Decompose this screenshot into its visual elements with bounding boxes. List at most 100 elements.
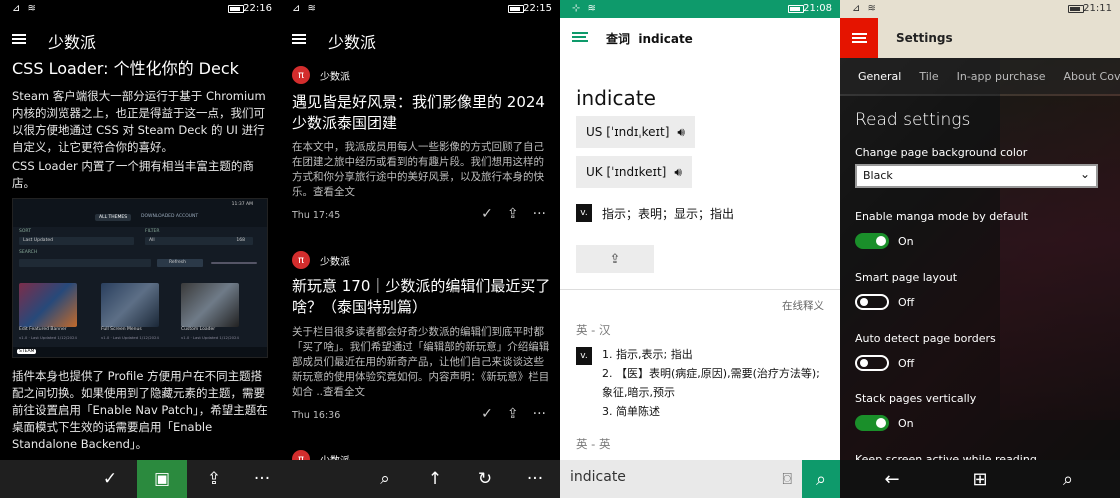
search-box — [19, 259, 151, 267]
search-bar: indicate ⌼ ⌕ — [560, 460, 840, 498]
article-image[interactable]: 11:37 AM ALL THEMES DOWNLOADED ACCOUNT S… — [12, 198, 268, 358]
image-clock: 11:37 AM — [231, 202, 253, 207]
system-nav-bar: ← ⊞ ⌕ — [840, 460, 1120, 498]
stack-pages-toggle[interactable] — [855, 415, 889, 431]
clock: 22:15 — [523, 3, 552, 14]
more-icon[interactable]: ··· — [533, 406, 546, 422]
slider — [211, 262, 257, 264]
theme-card — [19, 283, 77, 327]
feed-item-summary: 在本文中，我派成员用每人一些影像的方式回顾了自己在团建之旅中经历或看到的有趣片段… — [292, 141, 544, 198]
clock: 22:16 — [243, 3, 272, 14]
speaker-icon[interactable]: 🔊︎ — [677, 125, 685, 140]
mark-read-icon[interactable]: ✓ — [481, 206, 493, 222]
search-icon[interactable]: ⌕ — [802, 460, 840, 498]
toggle-label: Stack pages vertically — [855, 392, 977, 405]
theme-card — [181, 283, 239, 327]
panel-article-css-loader: ⊿ ≋ 22:16 少数派 CSS Loader: 个性化你的 Deck Ste… — [0, 0, 280, 498]
settings-tabs: General Tile In-app purchase About Cov — [840, 58, 1120, 94]
search-icon[interactable]: ⌕ — [360, 460, 410, 498]
card-sub: v1.0 · Last Updated 1/12/2024 — [101, 335, 159, 340]
toggle-label: Enable manga mode by default — [855, 210, 1028, 223]
feed-item-title[interactable]: 遇见皆是好风景：我们影像里的 2024 少数派泰国团建 — [292, 92, 552, 134]
source-logo-icon: π — [292, 251, 310, 269]
mark-read-icon[interactable]: ✓ — [481, 406, 493, 422]
image-footer: STEAM — [13, 347, 267, 357]
toggle-label: Smart page layout — [855, 271, 958, 284]
panel-feed: ⊿ ≋ 22:15 少数派 π 少数派 遇见皆是好风景：我们影像里的 2024 少… — [280, 0, 560, 498]
battery-icon — [228, 5, 244, 13]
clock: 21:08 — [803, 3, 832, 14]
manga-mode-toggle[interactable] — [855, 233, 889, 249]
filter-label: FILTER — [145, 229, 160, 234]
app-header: 少数派 — [280, 26, 560, 52]
share-icon[interactable]: ⇪ — [507, 406, 519, 422]
source-logo-icon: π — [292, 66, 310, 84]
search-input[interactable]: indicate — [570, 469, 626, 485]
share-button[interactable]: ⇪ — [576, 245, 654, 273]
feed-item-actions: ✓ ⇪ ··· — [481, 206, 546, 222]
smart-layout-toggle[interactable] — [855, 294, 889, 310]
reader-view-icon[interactable]: ▣ — [137, 460, 187, 498]
divider — [560, 289, 840, 290]
section-heading: Read settings — [855, 110, 971, 130]
clock: 21:11 — [1083, 3, 1112, 14]
speaker-icon[interactable]: 🔊︎ — [674, 165, 682, 180]
more-icon[interactable]: ··· — [533, 206, 546, 222]
status-bar: ⊹ ≋ 21:08 — [560, 0, 840, 18]
feed-item-summary: 关于栏目很多读者都会好奇少数派的编辑们到底平时都「买了啥」。我们希望通过「编辑部… — [292, 326, 550, 398]
article-title: CSS Loader: 个性化你的 Deck — [12, 59, 239, 78]
hamburger-button[interactable] — [840, 18, 878, 58]
section-en-en: 英 - 英 — [576, 437, 611, 451]
refresh-icon[interactable]: ↻ — [460, 460, 510, 498]
card-sub: v1.0 · Last Updated 1/12/2024 — [181, 335, 239, 340]
status-bar: ⊿ ≋ 22:16 — [0, 0, 280, 18]
tab-in-app-purchase[interactable]: In-app purchase — [957, 70, 1046, 83]
signal-icon: ⊹ ≋ — [572, 3, 598, 14]
header-area: ⊿ ≋ 21:11 Settings — [840, 0, 1120, 58]
share-icon[interactable]: ⇪ — [507, 206, 519, 222]
card-title: Custom Loader — [181, 327, 216, 332]
feed-source: π少数派 — [292, 251, 350, 269]
bg-color-label: Change page background color — [855, 146, 1028, 159]
definition-item: 1. 指示,表示; 指出 — [602, 348, 693, 361]
bg-color-select[interactable]: Black ⌄ — [855, 164, 1098, 188]
windows-start-icon[interactable]: ⊞ — [950, 460, 1010, 498]
back-icon[interactable]: ← — [862, 460, 922, 498]
hamburger-icon[interactable] — [12, 34, 26, 44]
signal-icon: ⊿ ≋ — [292, 3, 318, 14]
filter-select: All 168 — [145, 237, 253, 245]
toggle-state: On — [898, 417, 914, 430]
more-icon[interactable]: ··· — [237, 460, 280, 498]
sort-label: SORT — [19, 229, 31, 234]
page-title: Settings — [896, 31, 953, 45]
feed-item-actions: ✓ ⇪ ··· — [481, 406, 546, 422]
mark-read-icon[interactable]: ✓ — [85, 460, 135, 498]
battery-icon — [1068, 5, 1084, 13]
card-title: Full Screen Menus — [101, 327, 142, 332]
tab-general[interactable]: General — [858, 70, 901, 83]
header-query: 查词 indicate — [606, 32, 693, 46]
feed-item-title[interactable]: 新玩意 170｜少数派的编辑们最近买了啥？（泰国特别篇） — [292, 276, 552, 318]
signal-icon: ⊿ ≋ — [12, 3, 38, 14]
toggle-state: On — [898, 235, 914, 248]
article-paragraph: CSS Loader 内置了一个拥有相当丰富主题的商店。 — [12, 159, 254, 190]
hamburger-icon[interactable] — [572, 32, 588, 42]
search-icon[interactable]: ⌕ — [1038, 460, 1098, 498]
scroll-top-icon[interactable]: ↑ — [410, 460, 460, 498]
pronunciation-us[interactable]: US [ˈɪndɪˌkeɪt] 🔊︎ — [576, 116, 695, 148]
refresh-button: Refresh — [157, 259, 203, 267]
pronunciation-uk[interactable]: UK [ˈɪndɪkeɪt] 🔊︎ — [576, 156, 692, 188]
tab-tile[interactable]: Tile — [919, 70, 938, 83]
more-icon[interactable]: ··· — [510, 460, 560, 498]
camera-icon[interactable]: ⌼ — [782, 469, 792, 489]
share-icon[interactable]: ⇪ — [189, 460, 239, 498]
status-bar: ⊿ ≋ 22:15 — [280, 0, 560, 18]
status-bar: ⊿ ≋ 21:11 — [840, 0, 1120, 18]
chevron-down-icon: ⌄ — [1079, 167, 1090, 181]
toggle-state: Off — [898, 357, 915, 370]
tab-about[interactable]: About Cov — [1064, 70, 1120, 83]
search-label: SEARCH — [19, 250, 38, 255]
hamburger-icon[interactable] — [292, 34, 306, 44]
app-header: 查词 indicate — [560, 18, 840, 56]
auto-border-toggle[interactable] — [855, 355, 889, 371]
